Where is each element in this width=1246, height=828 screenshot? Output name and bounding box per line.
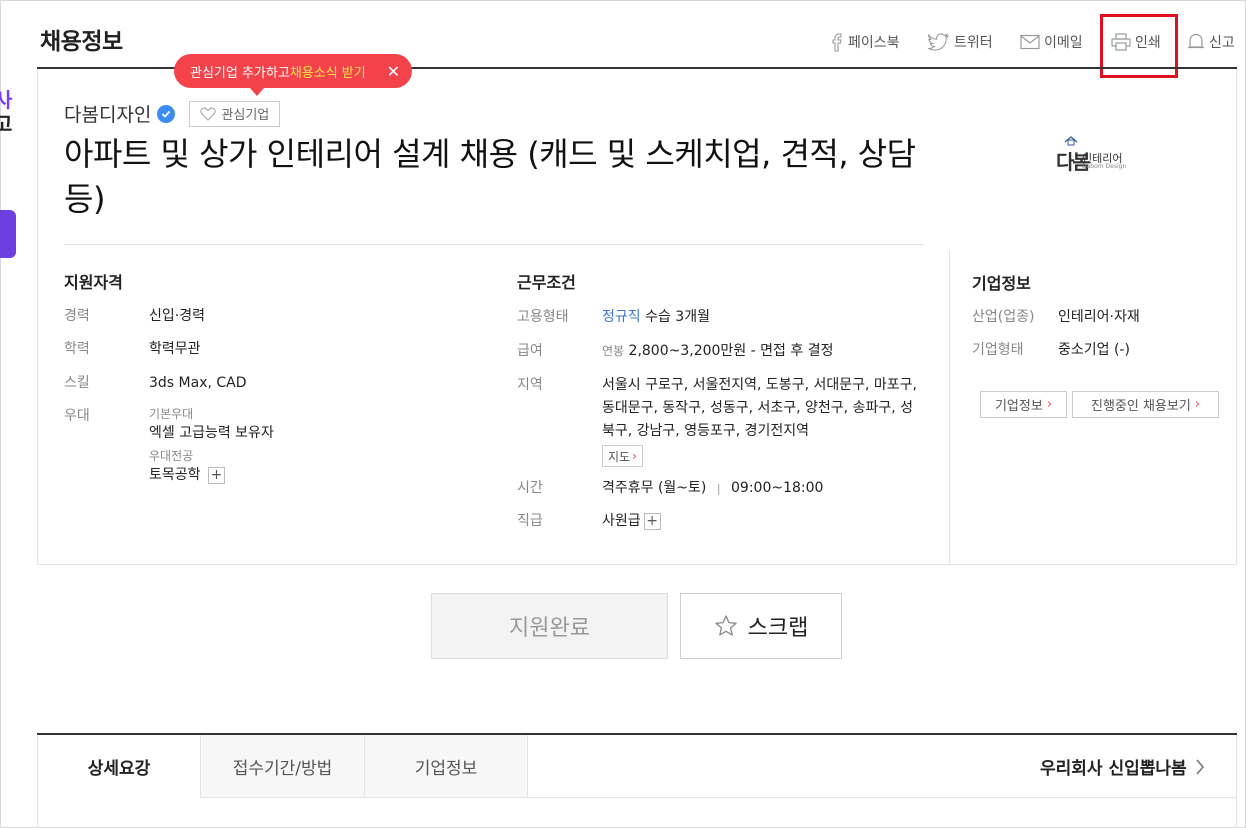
active-jobs-button-label: 진행중인 채용보기: [1090, 399, 1191, 414]
region-value: 서울시 구로구, 서울전지역, 도봉구, 서대문구, 마포구, 동대문구, 동작…: [602, 377, 917, 439]
new-grad-label: 우리회사 신입뽑나봄: [1040, 759, 1187, 779]
education-value[interactable]: 학력무관: [149, 338, 201, 361]
skill-label: 스킬: [64, 375, 90, 391]
benefit-row: 우대 기본우대 엑셀 고급능력 보유자 우대전공 토목공학 +: [64, 405, 274, 487]
map-button-label: 지도: [608, 449, 631, 464]
tooltip-highlight: 채용소식 받기: [289, 65, 366, 81]
career-row: 경력 신입·경력: [64, 305, 205, 328]
bell-icon: [1188, 33, 1204, 49]
hours-separator: |: [716, 482, 721, 495]
hours-days: 격주휴무 (월~토): [602, 480, 707, 496]
education-row: 학력 학력무관: [64, 338, 201, 361]
chevron-right-icon: ›: [1046, 397, 1053, 412]
tooltip-text: 관심기업 추가하고: [190, 65, 290, 81]
favorite-company-button[interactable]: 관심기업: [189, 100, 281, 127]
company-line: 다봄디자인 관심기업: [64, 100, 281, 127]
region-row: 지역 서울시 구로구, 서울전지역, 도봉구, 서대문구, 마포구, 동대문구,…: [517, 374, 924, 467]
company-type-row: 기업형태 중소기업 (-): [972, 339, 1130, 362]
chevron-right-icon: ›: [632, 449, 637, 463]
tooltip-close-icon[interactable]: ✕: [387, 62, 400, 81]
email-icon: [1020, 34, 1040, 50]
company-info-button[interactable]: 기업정보 ›: [980, 391, 1067, 418]
company-type-label: 기업형태: [972, 342, 1024, 358]
twitter-icon: [928, 33, 949, 51]
hours-row: 시간 격주휴무 (월~토) | 09:00~18:00: [517, 477, 823, 500]
company-info-title: 기업정보: [972, 274, 1031, 293]
logo-en-text: Dabom Design: [1082, 163, 1127, 170]
skill-value: 3ds Max, CAD: [149, 375, 247, 391]
page-title: 채용정보: [40, 29, 123, 55]
conditions-title: 근무조건: [517, 273, 576, 292]
rank-row: 직급 사원급 +: [517, 510, 661, 533]
benefit-major-label: 우대전공: [149, 449, 194, 463]
verified-icon: [157, 104, 176, 123]
salary-prefix: 연봉: [602, 344, 625, 358]
share-twitter-label: 트위터: [954, 35, 993, 51]
heart-icon: [200, 106, 217, 121]
new-grad-link[interactable]: 우리회사 신입뽑나봄: [1040, 754, 1205, 779]
share-email-label: 이메일: [1044, 35, 1083, 51]
favorite-company-label: 관심기업: [221, 108, 270, 123]
share-facebook-button[interactable]: 페이스북: [830, 32, 900, 52]
chevron-right-icon: [1196, 758, 1204, 775]
facebook-icon: [832, 33, 842, 52]
chevron-right-icon: ›: [1194, 397, 1200, 412]
education-label: 학력: [64, 341, 90, 357]
benefit-basic-label: 기본우대: [149, 407, 194, 421]
benefit-basic-value: 엑셀 고급능력 보유자: [149, 425, 274, 441]
skill-row: 스킬 3ds Max, CAD: [64, 372, 247, 395]
scrap-label: 스크랩: [747, 616, 809, 641]
qualifications-title: 지원자격: [64, 273, 123, 292]
rank-label: 직급: [517, 513, 543, 529]
company-logo[interactable]: 다봄 인테리어 Dabom Design: [1052, 136, 1142, 186]
left-ad-block[interactable]: [0, 210, 16, 258]
tab-application-period[interactable]: 접수기간/방법: [200, 735, 364, 798]
apply-done-button[interactable]: 지원완료: [431, 593, 668, 659]
rank-value: 사원급: [602, 513, 641, 529]
company-info-button-label: 기업정보: [994, 399, 1043, 414]
share-facebook-label: 페이스북: [848, 35, 900, 51]
hours-time: 09:00~18:00: [731, 480, 824, 496]
tab-company-info[interactable]: 기업정보: [364, 735, 528, 798]
rank-more-button[interactable]: +: [643, 512, 661, 530]
report-label: 신고: [1209, 35, 1235, 51]
region-label: 지역: [517, 377, 543, 393]
industry-value: 인테리어·자재: [1058, 309, 1140, 325]
benefit-label: 우대: [64, 408, 90, 424]
company-column-divider: [949, 250, 950, 565]
tab-detail[interactable]: 상세요강: [38, 735, 200, 798]
company-type-value: 중소기업 (-): [1058, 342, 1130, 358]
employment-type-row: 고용형태 정규직 수습 3개월: [517, 306, 710, 329]
employment-type-extra: 수습 3개월: [645, 309, 710, 325]
industry-label: 산업(업종): [972, 309, 1035, 325]
active-jobs-button[interactable]: 진행중인 채용보기 ›: [1072, 391, 1219, 418]
scrap-button[interactable]: 스크랩: [680, 593, 842, 659]
report-button[interactable]: 신고: [1187, 32, 1235, 52]
share-twitter-button[interactable]: 트위터: [928, 32, 993, 52]
company-name[interactable]: 다봄디자인: [64, 100, 151, 127]
salary-label: 급여: [517, 343, 543, 359]
job-title: 아파트 및 상가 인테리어 설계 채용 (캐드 및 스케치업, 견적, 상담 등…: [64, 135, 916, 218]
career-value[interactable]: 신입·경력: [149, 305, 205, 328]
benefit-major-value: 토목공학: [149, 467, 201, 483]
tabs-bottom-border: [527, 797, 1237, 798]
employment-type-value[interactable]: 정규직: [602, 309, 641, 325]
salary-row: 급여 연봉 2,800~3,200만원 - 면접 후 결정: [517, 340, 833, 363]
star-icon: [714, 615, 737, 636]
hours-label: 시간: [517, 480, 543, 496]
title-divider: [64, 244, 924, 245]
employment-type-label: 고용형태: [517, 309, 569, 325]
career-label: 경력: [64, 308, 90, 324]
benefit-more-button[interactable]: +: [207, 466, 225, 484]
map-button[interactable]: 지도 ›: [602, 445, 643, 467]
left-ad-text-2: 고: [0, 112, 13, 136]
industry-row: 산업(업종) 인테리어·자재: [972, 306, 1140, 329]
salary-value: 2,800~3,200만원 - 면접 후 결정: [628, 343, 834, 359]
share-email-button[interactable]: 이메일: [1020, 32, 1083, 52]
favorite-tooltip[interactable]: 관심기업 추가하고 채용소식 받기 ✕: [174, 54, 412, 96]
